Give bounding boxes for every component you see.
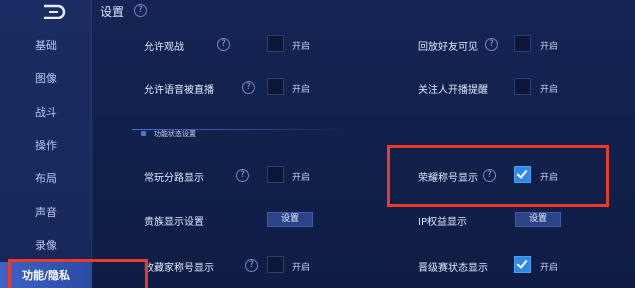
help-icon[interactable]: ? [134,4,147,17]
noble-settings-button[interactable]: 设置 [267,212,313,227]
collector-title-checkbox[interactable] [267,256,284,273]
follow-stream-alert-label: 关注人开播提醒 [418,85,488,96]
replay-friends-state: 开启 [540,42,559,52]
allow-spectate-checkbox[interactable] [267,35,284,52]
allow-voice-stream-checkbox[interactable] [267,78,284,95]
back-logo-icon[interactable] [40,3,70,19]
promotion-status-checkbox[interactable] [514,256,531,273]
sidebar-item-basic[interactable]: 基础 [0,35,92,57]
promotion-status-label: 晋级赛状态显示 [418,263,488,274]
follow-stream-alert-state: 开启 [540,85,559,95]
collector-title-label: 收藏家称号显示 [144,263,214,274]
allow-spectate-label: 允许观战 [144,42,184,53]
sidebar-item-layout[interactable]: 布局 [0,168,92,190]
help-icon[interactable]: ? [485,38,498,51]
sidebar-item-replay[interactable]: 录像 [0,235,92,257]
sidebar-item-combat[interactable]: 战斗 [0,102,92,124]
lane-display-state: 开启 [292,173,311,183]
follow-stream-alert-checkbox[interactable] [514,78,531,95]
ip-benefit-settings-button[interactable]: 设置 [515,212,561,227]
highlight-box-honor-title [387,145,609,207]
replay-friends-checkbox[interactable] [514,35,531,52]
section-title: 功能状态设置 [154,130,196,138]
help-icon[interactable]: ? [242,81,255,94]
promotion-status-state: 开启 [540,263,559,273]
help-icon[interactable]: ? [217,38,230,51]
highlight-box-function-privacy [8,259,148,288]
sidebar-item-controls[interactable]: 操作 [0,135,92,157]
sidebar-item-image[interactable]: 图像 [0,68,92,90]
lane-display-checkbox[interactable] [267,166,284,183]
page-title: 设置 [100,5,125,19]
section-marker-icon [141,131,146,136]
sidebar-item-sound[interactable]: 声音 [0,202,92,224]
ip-benefit-label: IP权益显示 [418,217,467,228]
lane-display-label: 常玩分路显示 [144,173,204,184]
help-icon[interactable]: ? [245,259,258,272]
replay-friends-label: 回放好友可见 [418,42,478,53]
sidebar: 基础 图像 战斗 操作 布局 声音 录像 功能/隐私 [0,0,92,288]
allow-voice-stream-label: 允许语音被直播 [144,85,214,96]
settings-panel: 设置 ? 允许观战 ? 开启 回放好友可见 ? 开启 允许语音被直播 ? 开启 … [92,0,635,288]
allow-spectate-state: 开启 [292,42,311,52]
help-icon[interactable]: ? [236,169,249,182]
collector-title-state: 开启 [292,263,311,273]
allow-voice-stream-state: 开启 [292,85,311,95]
noble-display-label: 贵族显示设置 [144,217,204,228]
check-icon [516,257,528,269]
